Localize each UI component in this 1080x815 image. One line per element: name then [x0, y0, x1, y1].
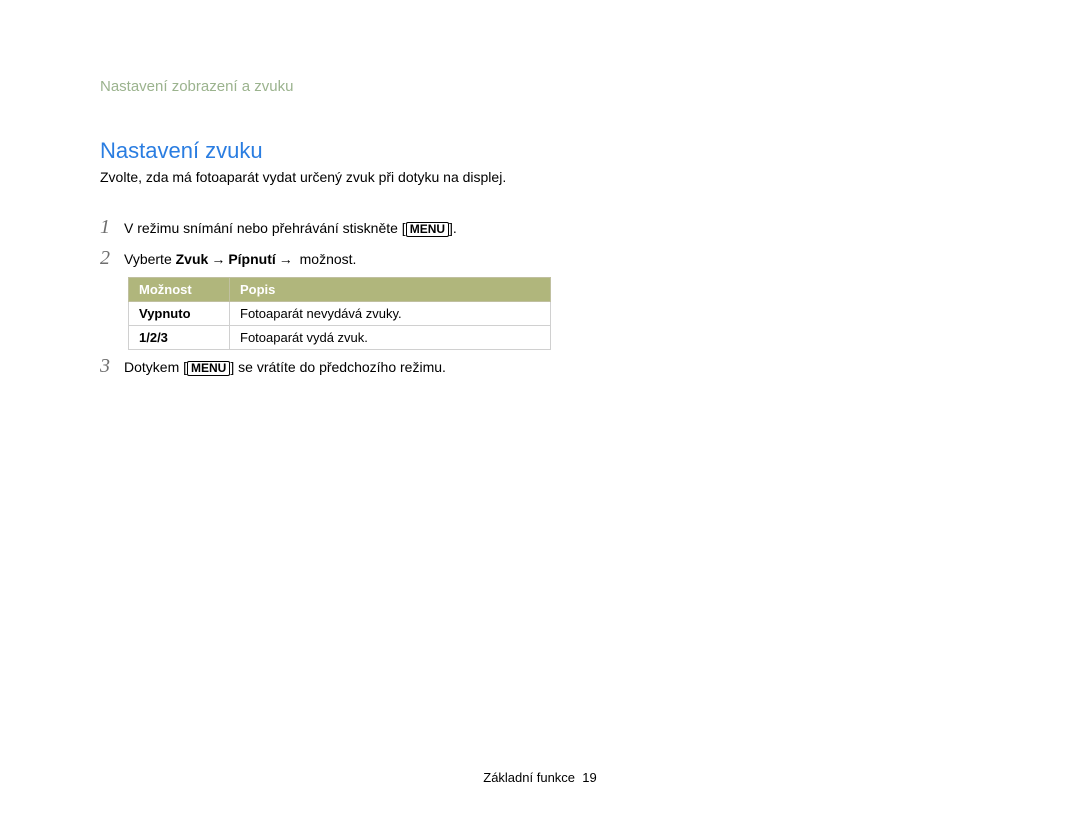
- step-2: 2 Vyberte Zvuk→Pípnutí→ možnost.: [100, 248, 356, 268]
- options-table: Možnost Popis Vypnuto Fotoaparát nevydáv…: [128, 277, 551, 350]
- text-fragment: možnost.: [296, 251, 357, 267]
- option-cell: Vypnuto: [129, 302, 230, 326]
- text-fragment: ] se vrátíte do předchozího režimu.: [230, 359, 446, 375]
- footer-page-number: 19: [582, 770, 596, 785]
- menu-button-label: MENU: [187, 361, 230, 376]
- page-footer: Základní funkce 19: [0, 770, 1080, 785]
- step-number: 2: [100, 248, 112, 268]
- section-breadcrumb: Nastavení zobrazení a zvuku: [100, 78, 293, 95]
- option-cell: 1/2/3: [129, 326, 230, 350]
- footer-chapter: Základní funkce: [483, 770, 575, 785]
- text-fragment: V režimu snímání nebo přehrávání stiskně…: [124, 220, 406, 236]
- text-fragment: ].: [449, 220, 457, 236]
- description-cell: Fotoaparát nevydává zvuky.: [230, 302, 551, 326]
- menu-path-item: Pípnutí: [228, 251, 275, 267]
- text-fragment: Dotykem [: [124, 359, 187, 375]
- step-number: 3: [100, 356, 112, 376]
- intro-text: Zvolte, zda má fotoaparát vydat určený z…: [100, 168, 560, 186]
- step-3: 3 Dotykem [MENU] se vrátíte do předchozí…: [100, 356, 446, 376]
- table-row: Vypnuto Fotoaparát nevydává zvuky.: [129, 302, 551, 326]
- table-header-option: Možnost: [129, 278, 230, 302]
- document-page: Nastavení zobrazení a zvuku Nastavení zv…: [0, 0, 1080, 815]
- description-cell: Fotoaparát vydá zvuk.: [230, 326, 551, 350]
- page-heading: Nastavení zvuku: [100, 138, 263, 164]
- table-row: 1/2/3 Fotoaparát vydá zvuk.: [129, 326, 551, 350]
- menu-path-item: Zvuk: [176, 251, 209, 267]
- step-number: 1: [100, 217, 112, 237]
- step-text: Dotykem [MENU] se vrátíte do předchozího…: [124, 359, 446, 376]
- table-header-description: Popis: [230, 278, 551, 302]
- text-fragment: Vyberte: [124, 251, 176, 267]
- arrow-icon: →: [211, 251, 225, 267]
- menu-button-label: MENU: [406, 222, 449, 237]
- arrow-icon: →: [279, 251, 293, 267]
- table-header-row: Možnost Popis: [129, 278, 551, 302]
- step-1: 1 V režimu snímání nebo přehrávání stisk…: [100, 217, 457, 237]
- step-text: V režimu snímání nebo přehrávání stiskně…: [124, 220, 457, 237]
- step-text: Vyberte Zvuk→Pípnutí→ možnost.: [124, 251, 356, 267]
